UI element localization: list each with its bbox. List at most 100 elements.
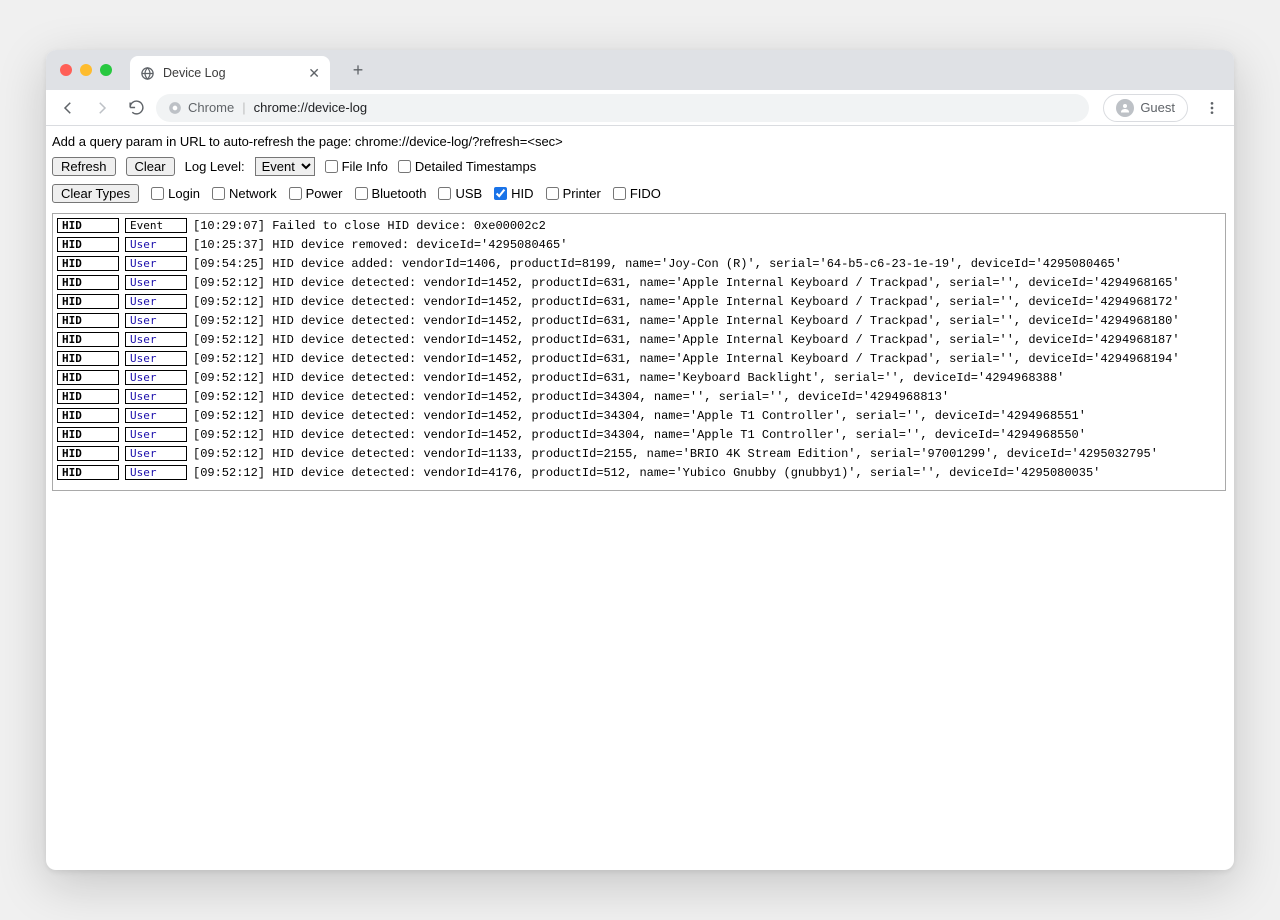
tab-strip: Device Log ✕ +: [46, 50, 1234, 90]
type-filter-printer[interactable]: Printer: [546, 186, 601, 201]
type-filter-checkbox-fido[interactable]: [613, 187, 626, 200]
log-row: HID User [09:52:12] HID device detected: v…: [57, 370, 1221, 385]
file-info-checkbox[interactable]: [325, 160, 338, 173]
type-filter-label: Printer: [563, 186, 601, 201]
log-level-pill: User: [125, 294, 187, 309]
log-level-select[interactable]: Event: [255, 157, 315, 176]
browser-toolbar: Chrome | chrome://device-log Guest: [46, 90, 1234, 126]
tab-device-log[interactable]: Device Log ✕: [130, 56, 330, 90]
type-filter-power[interactable]: Power: [289, 186, 343, 201]
log-row: HIDUser[09:54:25] HID device added: vend…: [57, 256, 1221, 271]
detailed-timestamps-checkbox[interactable]: [398, 160, 411, 173]
type-filter-bluetooth[interactable]: Bluetooth: [355, 186, 427, 201]
type-filter-hid[interactable]: HID: [494, 186, 533, 201]
log-row: HIDEvent[10:29:07] Failed to close HID d…: [57, 218, 1221, 233]
log-level-pill: Event: [125, 218, 187, 233]
window-close-button[interactable]: [60, 64, 72, 76]
log-level-pill: User: [125, 275, 187, 290]
tab-title: Device Log: [163, 66, 226, 80]
type-filter-label: Login: [168, 186, 200, 201]
log-message: [09:52:12] HID device detected: vendorId…: [193, 315, 1180, 327]
log-type-pill: HID: [57, 408, 119, 423]
log-row: HIDUser[09:52:12] HID device detected: v…: [57, 465, 1221, 480]
log-level-pill: User: [125, 351, 187, 366]
type-filters-row: Clear Types Login Network Power Bluetooth US…: [50, 178, 1228, 211]
log-level-pill: User: [125, 389, 187, 404]
clear-button[interactable]: Clear: [126, 157, 175, 176]
refresh-button[interactable]: Refresh: [52, 157, 116, 176]
log-row: HID User [09:52:12] HID device detected: v…: [57, 351, 1221, 366]
type-filter-checkbox-network[interactable]: [212, 187, 225, 200]
type-filter-label: Power: [306, 186, 343, 201]
type-filter-fido[interactable]: FIDO: [613, 186, 661, 201]
omnibox-separator: |: [242, 100, 245, 115]
log-message: [09:52:12] HID device detected: vendorId…: [193, 429, 1086, 441]
type-filter-label: FIDO: [630, 186, 661, 201]
type-filter-checkbox-hid[interactable]: [494, 187, 507, 200]
clear-types-button[interactable]: Clear Types: [52, 184, 139, 203]
log-row: HID User [09:52:12] HID device detected: v…: [57, 427, 1221, 442]
detailed-timestamps-checkbox-group[interactable]: Detailed Timestamps: [398, 159, 536, 174]
tab-close-icon[interactable]: ✕: [308, 65, 320, 82]
browser-window: Device Log ✕ + Chrome | chrome://device-…: [46, 50, 1234, 870]
new-tab-button[interactable]: +: [344, 56, 372, 84]
log-message: [09:52:12] HID device detected: vendorId…: [193, 296, 1180, 308]
reload-button[interactable]: [122, 94, 150, 122]
log-level-pill: User: [125, 313, 187, 328]
log-row: HID User [09:52:12] HID device detected: v…: [57, 313, 1221, 328]
log-type-pill: HID: [57, 446, 119, 461]
log-level-pill: User: [125, 237, 187, 252]
log-type-pill: HID: [57, 370, 119, 385]
log-level-pill: User: [125, 370, 187, 385]
type-filter-label: Network: [229, 186, 277, 201]
back-button[interactable]: [54, 94, 82, 122]
type-filter-login[interactable]: Login: [151, 186, 200, 201]
type-filter-checkbox-power[interactable]: [289, 187, 302, 200]
log-message: [09:52:12] HID device detected: vendorId…: [193, 353, 1180, 365]
log-type-pill: HID: [57, 313, 119, 328]
type-filter-checkbox-bluetooth[interactable]: [355, 187, 368, 200]
log-row: HID User [09:52:12] HID device detected: v…: [57, 275, 1221, 290]
window-maximize-button[interactable]: [100, 64, 112, 76]
globe-icon: [140, 66, 155, 81]
log-type-pill: HID: [57, 256, 119, 271]
log-type-pill: HID: [57, 294, 119, 309]
address-bar[interactable]: Chrome | chrome://device-log: [156, 94, 1089, 122]
type-filter-checkbox-printer[interactable]: [546, 187, 559, 200]
type-filter-label: HID: [511, 186, 533, 201]
log-type-pill: HID: [57, 332, 119, 347]
type-filter-label: Bluetooth: [372, 186, 427, 201]
forward-button[interactable]: [88, 94, 116, 122]
log-row: HIDUser[09:52:12] HID device detected: v…: [57, 446, 1221, 461]
log-row: HIDUser[09:52:12] HID device detected: v…: [57, 408, 1221, 423]
page-content: Add a query param in URL to auto-refresh…: [46, 126, 1234, 870]
log-type-pill: HID: [57, 427, 119, 442]
browser-menu-button[interactable]: [1198, 94, 1226, 122]
log-level-pill: User: [125, 332, 187, 347]
log-type-pill: HID: [57, 389, 119, 404]
log-message: [09:52:12] HID device detected: vendorId…: [193, 372, 1064, 384]
controls-row: Refresh Clear Log Level: Event File Info…: [50, 155, 1228, 178]
log-row: HID User [09:52:12] HID device detected: v…: [57, 294, 1221, 309]
omnibox-url: chrome://device-log: [254, 100, 367, 115]
log-message: [09:52:12] HID device detected: vendorId…: [193, 391, 949, 403]
profile-chip[interactable]: Guest: [1103, 94, 1188, 122]
chrome-icon: [168, 101, 182, 115]
file-info-checkbox-group[interactable]: File Info: [325, 159, 388, 174]
log-level-pill: User: [125, 427, 187, 442]
type-filter-usb[interactable]: USB: [438, 186, 482, 201]
window-minimize-button[interactable]: [80, 64, 92, 76]
type-filter-label: USB: [455, 186, 482, 201]
type-filter-checkbox-login[interactable]: [151, 187, 164, 200]
log-type-pill: HID: [57, 275, 119, 290]
log-message: [09:52:12] HID device detected: vendorId…: [193, 277, 1180, 289]
log-type-pill: HID: [57, 351, 119, 366]
log-message: [09:52:12] HID device detected: vendorId…: [193, 467, 1100, 479]
log-type-pill: HID: [57, 465, 119, 480]
refresh-hint: Add a query param in URL to auto-refresh…: [50, 130, 1228, 155]
log-type-pill: HID: [57, 237, 119, 252]
log-message: [10:29:07] Failed to close HID device: 0…: [193, 220, 546, 232]
log-row: HID User [09:52:12] HID device detected: v…: [57, 389, 1221, 404]
type-filter-network[interactable]: Network: [212, 186, 277, 201]
type-filter-checkbox-usb[interactable]: [438, 187, 451, 200]
